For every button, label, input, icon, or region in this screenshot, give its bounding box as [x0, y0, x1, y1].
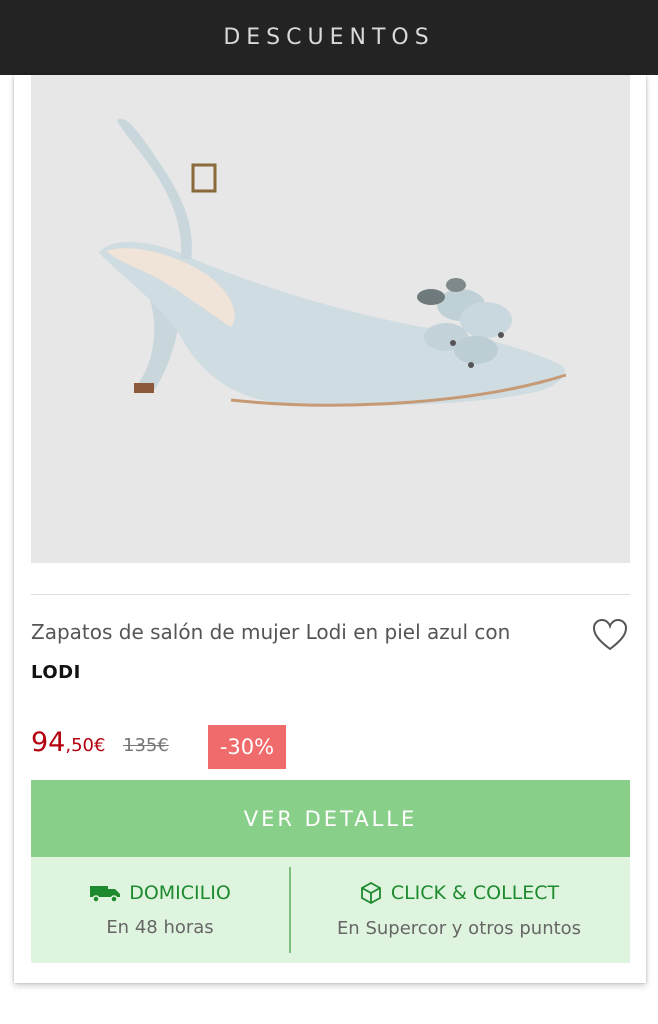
heart-icon[interactable]: [592, 618, 628, 652]
view-detail-button[interactable]: VER DETALLE: [31, 780, 630, 857]
click-collect-label: CLICK & COLLECT: [390, 882, 560, 904]
product-image[interactable]: [31, 75, 630, 563]
price-decimal: ,50€: [65, 735, 106, 756]
product-card[interactable]: Zapatos de salón de mujer Lodi en piel a…: [14, 75, 646, 983]
discount-badge: -30%: [208, 725, 286, 769]
old-price: 135€: [123, 735, 169, 756]
click-collect-location: En Supercor y otros puntos: [336, 918, 582, 939]
home-delivery-time: En 48 horas: [106, 917, 214, 938]
delivery-options: DOMICILIO En 48 horas CLICK & COLLECT En…: [31, 857, 630, 963]
page-title: DESCUENTOS: [223, 25, 435, 50]
price-integer: 94: [31, 727, 66, 758]
home-delivery-label: DOMICILIO: [129, 882, 231, 904]
home-delivery[interactable]: DOMICILIO En 48 horas: [31, 857, 289, 963]
top-bar: DESCUENTOS: [0, 0, 658, 75]
truck-icon: [90, 886, 121, 903]
brand-name[interactable]: LODI: [31, 662, 81, 683]
price-row: 94,50€ 135€ -30%: [31, 725, 631, 769]
product-title[interactable]: Zapatos de salón de mujer Lodi en piel a…: [31, 620, 571, 644]
click-collect[interactable]: CLICK & COLLECT En Supercor y otros punt…: [289, 857, 629, 963]
shoe-image: [99, 118, 567, 407]
current-price: 94,50€: [31, 727, 105, 758]
divider: [31, 594, 630, 595]
box-icon: [360, 881, 381, 905]
